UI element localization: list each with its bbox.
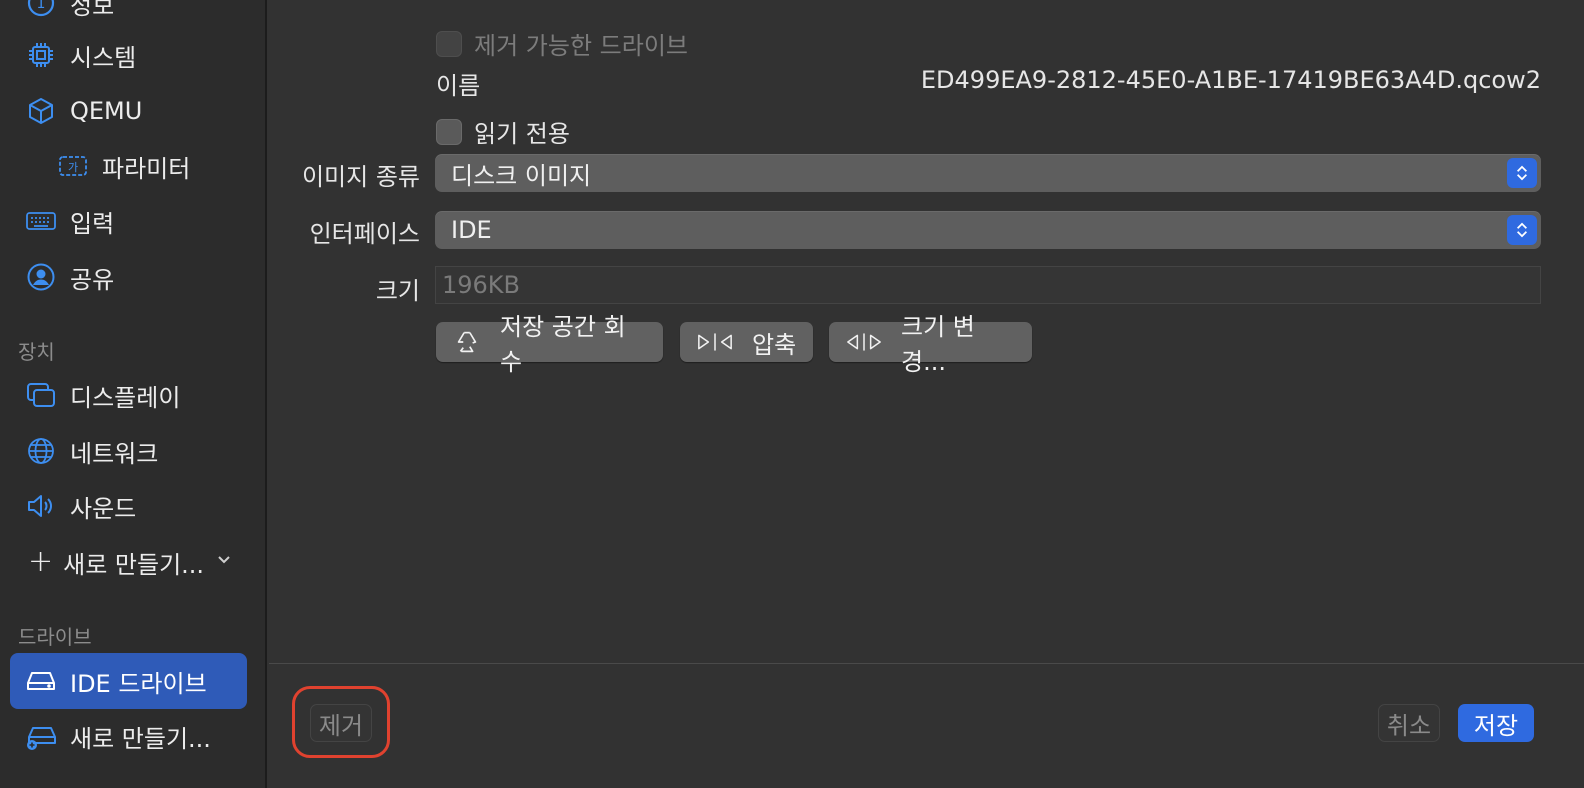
drive-icon	[24, 664, 58, 698]
cpu-icon	[24, 38, 58, 72]
reclaim-space-button[interactable]: 저장 공간 회수	[436, 313, 663, 376]
drive-settings-panel: 제거 가능한 드라이브 이름 ED499EA9-2812-45E0-A1BE-1…	[269, 0, 1584, 664]
sidebar-item-label: 공유	[70, 265, 115, 294]
speaker-icon	[24, 489, 58, 523]
removable-drive-checkbox[interactable]: 제거 가능한 드라이브	[436, 26, 688, 61]
sidebar-item-sharing[interactable]: 공유	[10, 250, 247, 304]
compress-button[interactable]: 압축	[680, 322, 813, 362]
read-only-checkbox[interactable]: 읽기 전용	[436, 114, 570, 149]
sidebar-item-label: 사운드	[70, 494, 137, 523]
sidebar-item-label: IDE 드라이브	[70, 669, 207, 698]
interface-label: 인터페이스	[309, 220, 420, 248]
removable-drive-label: 제거 가능한 드라이브	[474, 32, 688, 60]
sidebar-item-parameters[interactable]: 가 파라미터	[10, 139, 247, 193]
sidebar-item-label: 새로 만들기...	[70, 724, 211, 753]
checkbox-box	[436, 30, 462, 57]
reclaim-space-label: 저장 공간 회수	[500, 313, 626, 376]
sidebar-item-label: QEMU	[70, 97, 143, 125]
globe-icon	[24, 434, 58, 468]
sidebar-item-network[interactable]: 네트워크	[10, 424, 247, 478]
plus-icon: +	[28, 544, 54, 579]
drives-section-header: 드라이브	[18, 625, 92, 649]
drive-add-icon	[24, 719, 58, 753]
sidebar-item-sound[interactable]: 사운드	[10, 479, 247, 533]
chevron-up-down-icon	[1507, 215, 1537, 245]
chevron-down-icon	[216, 552, 232, 572]
sidebar-item-label: 시스템	[70, 43, 137, 72]
info-icon: 1	[24, 0, 58, 20]
sidebar-item-info[interactable]: 1 정보	[10, 0, 247, 30]
person-circle-icon	[24, 260, 58, 294]
interface-value: IDE	[451, 216, 492, 244]
sidebar-item-display[interactable]: 디스플레이	[10, 368, 247, 422]
sidebar-item-input[interactable]: 입력	[10, 194, 247, 248]
sidebar-item-new-drive[interactable]: 새로 만들기...	[10, 709, 247, 763]
chevron-up-down-icon	[1507, 158, 1537, 188]
sidebar-item-system[interactable]: 시스템	[10, 28, 247, 82]
name-value: ED499EA9-2812-45E0-A1BE-17419BE63A4D.qco…	[920, 66, 1541, 94]
sidebar-item-qemu[interactable]: QEMU	[10, 84, 247, 138]
name-label: 이름	[436, 72, 481, 100]
cancel-button[interactable]: 취소	[1378, 704, 1440, 742]
image-type-select[interactable]: 디스크 이미지	[435, 154, 1541, 192]
sidebar-item-ide-drive[interactable]: IDE 드라이브	[10, 653, 247, 709]
compress-label: 압축	[752, 330, 797, 359]
image-type-label: 이미지 종류	[301, 163, 420, 191]
size-field[interactable]: 196KB	[435, 266, 1541, 304]
size-placeholder: 196KB	[442, 271, 521, 299]
sidebar-item-label: 정보	[70, 0, 115, 20]
sidebar: 1 정보 시스템 QEMU 가 파라미터 입력 공유 장치 디스플레이 네트워크…	[0, 0, 267, 788]
interface-select[interactable]: IDE	[435, 211, 1541, 249]
svg-text:가: 가	[68, 161, 78, 174]
sidebar-item-label: 입력	[70, 209, 115, 238]
keyboard-icon	[24, 204, 58, 238]
sidebar-item-label: 파라미터	[102, 154, 191, 183]
save-button[interactable]: 저장	[1458, 704, 1534, 742]
new-device-menu[interactable]: + 새로 만들기...	[10, 535, 247, 589]
image-type-value: 디스크 이미지	[451, 161, 592, 190]
svg-text:1: 1	[37, 0, 46, 12]
display-icon	[24, 378, 58, 412]
checkbox-box	[436, 118, 462, 145]
compress-icon	[696, 330, 734, 354]
resize-label: 크기 변경...	[901, 313, 975, 376]
text-field-icon: 가	[56, 149, 90, 183]
size-label: 크기	[375, 277, 420, 305]
sidebar-item-label: 디스플레이	[70, 383, 181, 412]
devices-section-header: 장치	[18, 340, 55, 364]
new-device-label: 새로 만들기...	[63, 550, 205, 579]
sidebar-item-label: 네트워크	[70, 439, 159, 468]
resize-button[interactable]: 크기 변경...	[829, 313, 1032, 376]
resize-icon	[845, 330, 883, 354]
remove-button[interactable]: 제거	[310, 704, 372, 742]
read-only-label: 읽기 전용	[474, 120, 570, 148]
recycle-icon	[452, 327, 482, 357]
cube-icon	[24, 94, 58, 128]
footer-divider	[269, 663, 1584, 664]
